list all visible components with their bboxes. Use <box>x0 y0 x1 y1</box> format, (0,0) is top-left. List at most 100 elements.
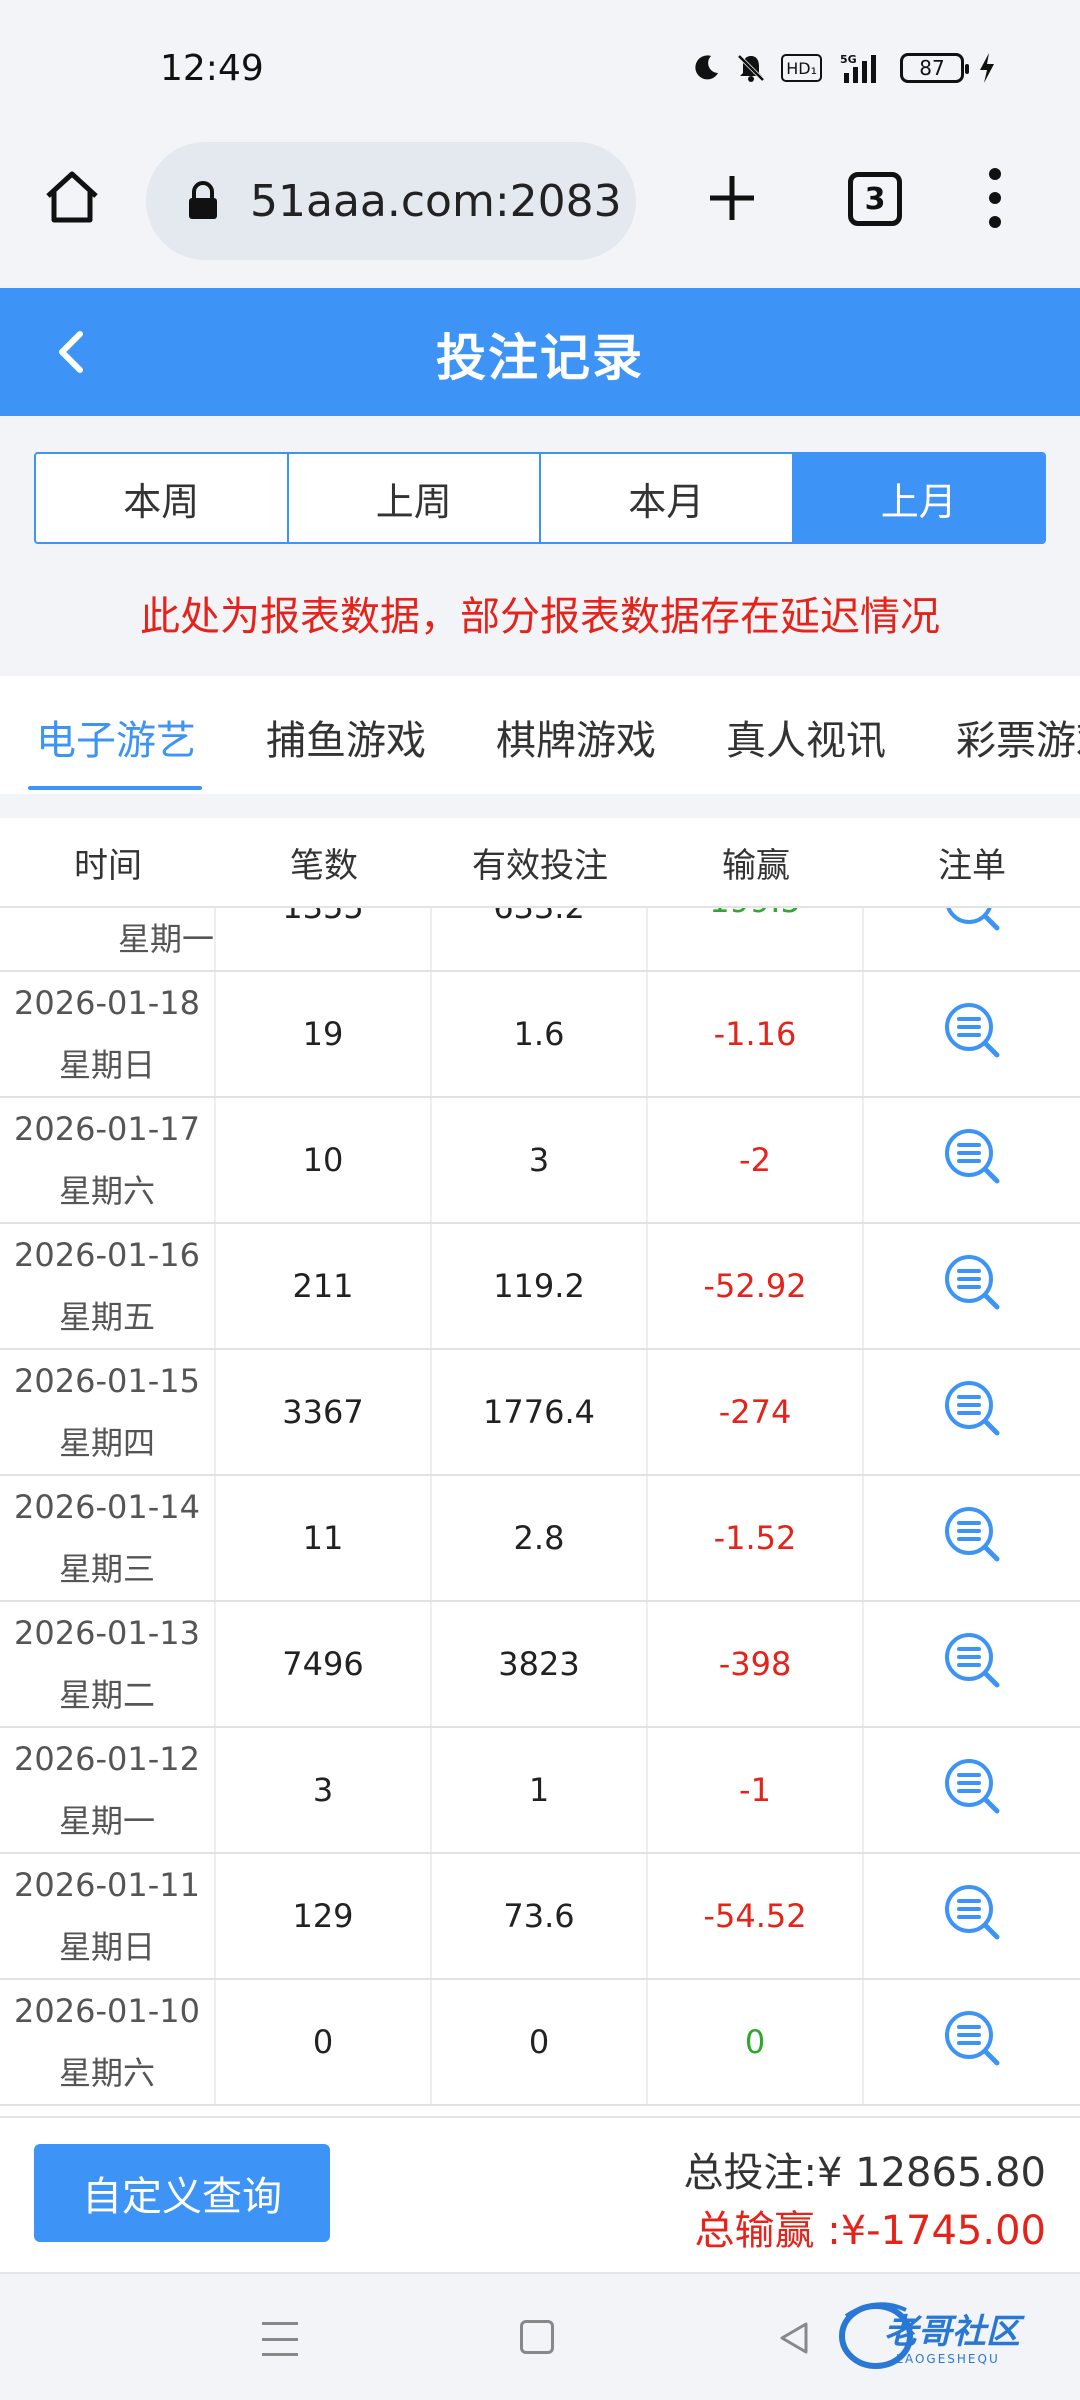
tab-lottery-games[interactable]: 彩票游戏 <box>956 708 1080 766</box>
tab-switcher-button[interactable]: 3 <box>848 172 902 226</box>
svg-text:5G: 5G <box>840 53 857 66</box>
row-detail-button[interactable] <box>864 1224 1080 1348</box>
row-win-loss: -54.52 <box>648 1854 864 1978</box>
row-win-loss: 0 <box>648 1980 864 2104</box>
row-detail-button[interactable] <box>864 1350 1080 1474</box>
bet-detail-search-icon[interactable] <box>941 1251 1003 1321</box>
browser-toolbar: 51aaa.com:2083 3 <box>0 130 1080 285</box>
lock-icon <box>186 181 220 221</box>
row-weekday: 星期六 <box>58 1172 155 1210</box>
row-date: 2026-01-16 星期五 <box>0 1224 216 1348</box>
row-valid-bet: 0 <box>432 1980 648 2104</box>
row-weekday: 星期日 <box>58 1928 155 1966</box>
table-row[interactable]: 2026-01-10 星期六 0 0 0 <box>0 1980 1080 2106</box>
bet-detail-search-icon[interactable] <box>941 1125 1003 1195</box>
row-count: 3367 <box>216 1350 432 1474</box>
period-this-week[interactable]: 本周 <box>36 454 289 542</box>
period-filter: 本周 上周 本月 上月 此处为报表数据，部分报表数据存在延迟情况 <box>0 416 1080 674</box>
custom-query-button[interactable]: 自定义查询 <box>34 2144 330 2242</box>
address-bar[interactable]: 51aaa.com:2083 <box>146 142 636 260</box>
row-detail-button[interactable] <box>864 1098 1080 1222</box>
row-win-loss: -52.92 <box>648 1224 864 1348</box>
row-date-value: 2026-01-14 <box>14 1488 200 1526</box>
bet-detail-search-icon[interactable] <box>941 1503 1003 1573</box>
row-date: 2026-01-11 星期日 <box>0 1854 216 1978</box>
status-bar: 12:49 HD₁ 5G 87 <box>0 0 1080 130</box>
period-last-week[interactable]: 上周 <box>289 454 541 542</box>
bet-detail-search-icon[interactable] <box>941 2007 1003 2077</box>
row-weekday: 星期三 <box>58 1550 155 1588</box>
row-count: 11 <box>216 1476 432 1600</box>
row-detail-button[interactable] <box>864 1476 1080 1600</box>
row-date: 2026-01-10 星期六 <box>0 1980 216 2104</box>
row-detail-button[interactable] <box>864 1602 1080 1726</box>
header-valid-bet: 有效投注 <box>472 845 608 886</box>
row-win-loss: 199.5 <box>648 908 864 970</box>
period-last-month[interactable]: 上月 <box>793 454 1044 542</box>
watermark-subtext: LAOGESHEQU <box>896 2352 1000 2366</box>
row-date-value: 2026-01-18 <box>14 984 200 1022</box>
bet-detail-search-icon[interactable] <box>941 1377 1003 1447</box>
row-valid-bet: 3 <box>432 1098 648 1222</box>
row-date-value: 2026-01-15 <box>14 1362 200 1400</box>
table-row[interactable]: 2026-01-15 星期四 3367 1776.4 -274 <box>0 1350 1080 1476</box>
row-date-value: 2026-01-12 <box>14 1740 200 1778</box>
row-valid-bet: 73.6 <box>432 1854 648 1978</box>
row-weekday: 星期四 <box>58 1424 155 1462</box>
row-detail-button[interactable] <box>864 1980 1080 2104</box>
tab-card-games[interactable]: 棋牌游戏 <box>496 708 656 766</box>
system-navigation-bar: 老哥社区 LAOGESHEQU <box>0 2272 1080 2400</box>
bet-detail-search-icon[interactable] <box>941 1629 1003 1699</box>
more-menu-icon[interactable] <box>980 168 1010 228</box>
bell-off-icon <box>735 50 767 86</box>
total-win-loss: 总输赢 :¥-1745.00 <box>694 2208 1046 2254</box>
row-weekday: 星期一 <box>58 1802 155 1840</box>
row-win-loss: -274 <box>648 1350 864 1474</box>
row-win-loss: -398 <box>648 1602 864 1726</box>
table-row[interactable]: 2026-01-16 星期五 211 119.2 -52.92 <box>0 1224 1080 1350</box>
row-date-value: 2026-01-10 <box>14 1992 200 2030</box>
tab-fishing-games[interactable]: 捕鱼游戏 <box>266 708 426 766</box>
system-back-icon[interactable] <box>774 2318 814 2358</box>
system-home-icon[interactable] <box>520 2320 554 2354</box>
moon-icon <box>691 50 721 86</box>
table-row[interactable]: 2026-01-12 星期一 3 1 -1 <box>0 1728 1080 1854</box>
row-detail-button[interactable] <box>864 908 1080 970</box>
row-weekday: 星期二 <box>58 1676 155 1714</box>
status-time: 12:49 <box>160 48 264 89</box>
bet-detail-search-icon[interactable] <box>941 1755 1003 1825</box>
table-row[interactable]: 2026-01-14 星期三 11 2.8 -1.52 <box>0 1476 1080 1602</box>
row-detail-button[interactable] <box>864 1728 1080 1852</box>
charging-icon <box>978 50 996 86</box>
hd-icon: HD₁ <box>781 54 822 82</box>
status-icons: HD₁ 5G 87 <box>691 50 996 86</box>
tab-live-video[interactable]: 真人视讯 <box>726 708 886 766</box>
row-valid-bet: 119.2 <box>432 1224 648 1348</box>
row-valid-bet: 3823 <box>432 1602 648 1726</box>
table-row[interactable]: 2026-01-17 星期六 10 3 -2 <box>0 1098 1080 1224</box>
new-tab-icon[interactable] <box>702 168 762 228</box>
header-win-loss: 输赢 <box>722 845 790 886</box>
home-icon[interactable] <box>42 168 102 228</box>
row-weekday: 星期六 <box>58 2054 155 2092</box>
row-detail-button[interactable] <box>864 972 1080 1096</box>
table-body: 星期一 1355 633.2 199.5 2026-01-18星期日191.6-… <box>0 908 1080 2106</box>
bet-detail-search-icon[interactable] <box>941 1881 1003 1951</box>
row-count: 7496 <box>216 1602 432 1726</box>
recent-apps-icon[interactable] <box>262 2322 298 2356</box>
row-detail-button[interactable] <box>864 1854 1080 1978</box>
row-win-loss: -1.52 <box>648 1476 864 1600</box>
row-date-value: 2026-01-13 <box>14 1614 200 1652</box>
row-date-value: 2026-01-16 <box>14 1236 200 1274</box>
row-valid-bet: 633.2 <box>432 908 648 970</box>
tab-electronic-games[interactable]: 电子游艺 <box>36 708 196 766</box>
table-row[interactable]: 2026-01-18 星期日 19 1.6 -1.16 <box>0 972 1080 1098</box>
table-row[interactable]: 2026-01-11 星期日 129 73.6 -54.52 <box>0 1854 1080 1980</box>
row-date: 2026-01-12 星期一 <box>0 1728 216 1852</box>
table-row[interactable]: 2026-01-13 星期二 7496 3823 -398 <box>0 1602 1080 1728</box>
page-header: 投注记录 <box>0 288 1080 416</box>
bet-detail-search-icon[interactable] <box>941 999 1003 1069</box>
bet-records-table[interactable]: 时间 笔数 有效投注 输赢 注单 星期一 1355 633.2 199.5 20… <box>0 818 1080 2116</box>
table-row-partial[interactable]: 星期一 1355 633.2 199.5 <box>0 908 1080 972</box>
period-this-month[interactable]: 本月 <box>541 454 794 542</box>
